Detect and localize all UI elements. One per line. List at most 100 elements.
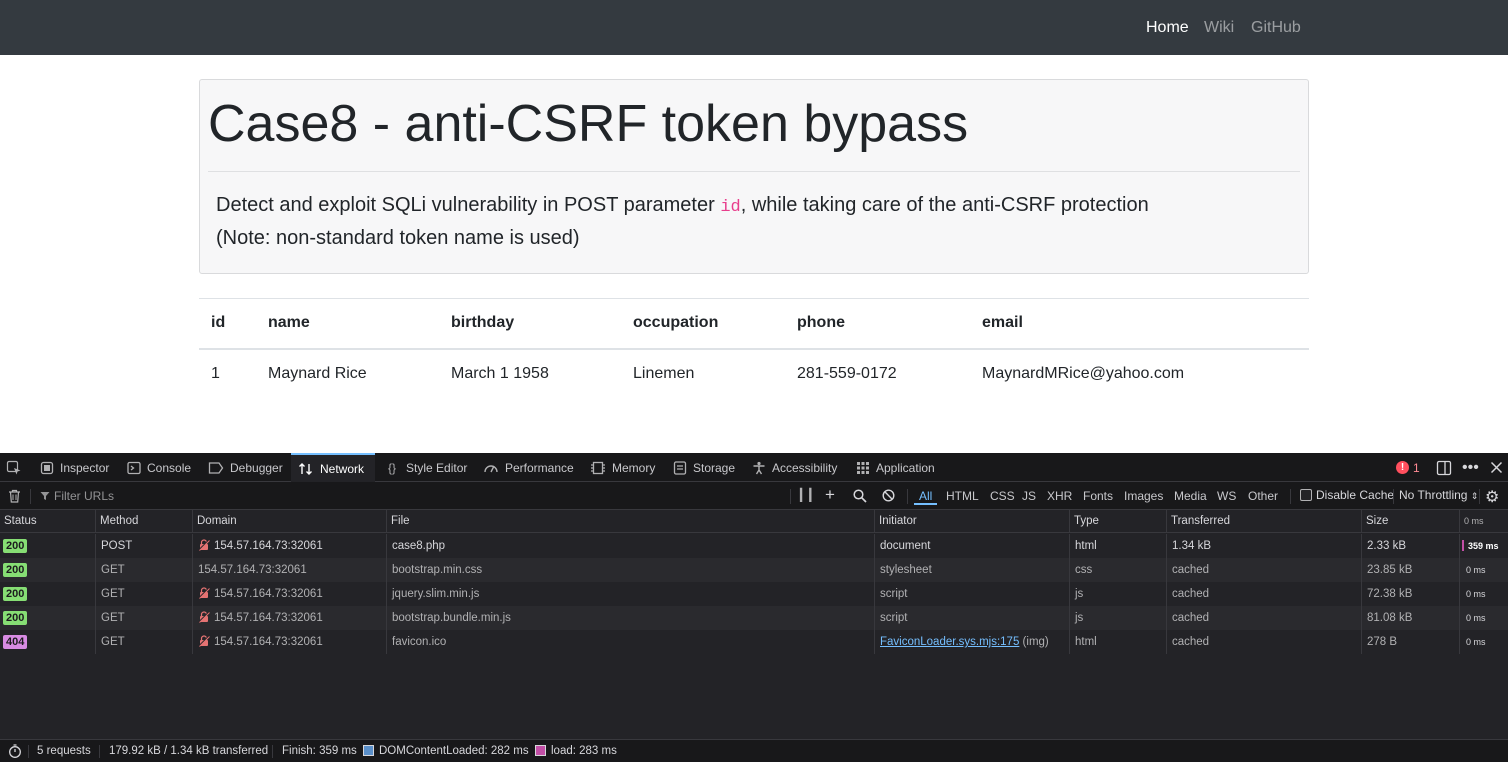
trash-icon: [9, 489, 20, 503]
status-badge: 200: [3, 563, 28, 577]
domain-cell: 154.57.164.73:32061: [193, 558, 387, 582]
request-row[interactable]: 200 GET 154.57.164.73:32061 bootstrap.min.c…: [0, 558, 1508, 582]
col-transferred[interactable]: Transferred: [1167, 510, 1362, 533]
request-row[interactable]: 404 GET 154.57.164.73:32061 favicon.ico Favi…: [0, 630, 1508, 654]
filter-urls-input[interactable]: Filter URLs: [40, 487, 780, 505]
throttling-select[interactable]: No Throttling ⇕: [1399, 488, 1478, 502]
disable-cache-checkbox[interactable]: [1300, 489, 1312, 501]
nav-home-link[interactable]: Home: [1146, 18, 1189, 38]
initiator-cell: script: [875, 582, 1070, 606]
transferred-cell: cached: [1167, 630, 1362, 654]
initiator-cell: script: [875, 606, 1070, 630]
tab-style-editor[interactable]: {} Style Editor: [384, 453, 467, 482]
close-devtools-button[interactable]: [1490, 453, 1503, 482]
filter-images[interactable]: Images: [1124, 487, 1163, 505]
element-picker-button[interactable]: [6, 453, 22, 482]
separator: [907, 489, 908, 504]
filter-js[interactable]: JS: [1022, 487, 1036, 505]
filter-xhr[interactable]: XHR: [1047, 487, 1072, 505]
tab-network[interactable]: Network: [291, 453, 375, 482]
stopwatch-icon: [9, 744, 21, 758]
style-editor-icon: {}: [387, 460, 396, 475]
load-label: load: 283 ms: [551, 745, 617, 757]
waterfall-cell: 0 ms: [1460, 558, 1508, 582]
dcl-label: DOMContentLoaded: 282 ms: [379, 745, 529, 757]
separator: [1479, 489, 1480, 504]
filter-media[interactable]: Media: [1174, 487, 1207, 505]
filter-other[interactable]: Other: [1248, 487, 1278, 505]
filter-icon: [40, 492, 50, 500]
col-email: email: [970, 298, 1309, 350]
col-file[interactable]: File: [387, 510, 875, 533]
filter-ws[interactable]: WS: [1217, 487, 1236, 505]
network-settings-button[interactable]: ⚙: [1485, 487, 1499, 507]
col-type[interactable]: Type: [1070, 510, 1167, 533]
performance-analysis-button[interactable]: [8, 744, 22, 766]
disable-cache-toggle[interactable]: Disable Cache: [1300, 488, 1394, 502]
tab-console[interactable]: Console: [127, 453, 191, 482]
separator: [1393, 489, 1394, 504]
tab-inspector[interactable]: Inspector: [40, 453, 109, 482]
request-row[interactable]: 200 GET 154.57.164.73:32061 jquery.slim.min…: [0, 582, 1508, 606]
nav-github-link[interactable]: GitHub: [1251, 18, 1301, 38]
devtools-panel: Inspector Console Debugger Network {} Sty…: [0, 453, 1508, 762]
domain-cell: 154.57.164.73:32061: [193, 582, 387, 606]
tab-performance-label: Performance: [505, 460, 574, 475]
search-button[interactable]: [853, 489, 867, 506]
col-method[interactable]: Method: [96, 510, 193, 533]
pause-icon: ▎▎: [800, 488, 819, 502]
col-initiator[interactable]: Initiator: [875, 510, 1070, 533]
filter-placeholder: Filter URLs: [54, 489, 115, 503]
tab-storage[interactable]: Storage: [673, 453, 735, 482]
separator: [1290, 489, 1291, 504]
request-row[interactable]: 200 POST 154.57.164.73:32061 case8.php docum…: [0, 534, 1508, 558]
lead-note: (Note: non-standard token name is used): [216, 227, 580, 249]
filter-css[interactable]: CSS: [990, 487, 1015, 505]
tab-application[interactable]: Application: [856, 453, 935, 482]
finish-time: Finish: 359 ms: [282, 745, 357, 757]
tab-debugger[interactable]: Debugger: [208, 453, 283, 482]
close-icon: [1490, 461, 1503, 474]
file-cell: jquery.slim.min.js: [387, 582, 875, 606]
timing-label: 0 ms: [1466, 565, 1486, 575]
page-title: Case8 - anti-CSRF token bypass: [208, 95, 969, 153]
col-domain[interactable]: Domain: [193, 510, 387, 533]
error-icon: !: [1396, 461, 1409, 474]
timing-label: 0 ms: [1466, 613, 1486, 623]
more-options-button[interactable]: •••: [1462, 453, 1479, 482]
filter-html[interactable]: HTML: [946, 487, 979, 505]
col-status[interactable]: Status: [0, 510, 96, 533]
filter-all[interactable]: All: [914, 487, 938, 505]
col-occupation: occupation: [621, 298, 785, 350]
cell-name: Maynard Rice: [268, 364, 367, 382]
tab-memory-label: Memory: [612, 460, 656, 475]
status-badge: 404: [3, 635, 28, 649]
pause-button[interactable]: ▎▎: [800, 488, 818, 502]
request-blocking-button[interactable]: +: [825, 485, 835, 505]
col-size[interactable]: Size: [1362, 510, 1460, 533]
type-cell: html: [1070, 630, 1167, 654]
col-name: name: [256, 298, 439, 350]
tab-performance[interactable]: Performance: [483, 453, 574, 482]
request-row[interactable]: 200 GET 154.57.164.73:32061 bootstrap.bundl…: [0, 606, 1508, 630]
tab-accessibility[interactable]: Accessibility: [752, 453, 837, 482]
type-cell: css: [1070, 558, 1167, 582]
nav-wiki-link[interactable]: Wiki: [1204, 18, 1234, 38]
dock-button[interactable]: [1436, 453, 1452, 482]
type-cell: js: [1070, 582, 1167, 606]
transferred-cell: cached: [1167, 558, 1362, 582]
col-waterfall[interactable]: 0 ms: [1460, 510, 1508, 533]
cell-id: 1: [211, 364, 220, 382]
domain-cell: 154.57.164.73:32061: [193, 630, 387, 654]
dcl-swatch: [363, 745, 374, 756]
waterfall-cell: 0 ms: [1460, 630, 1508, 654]
tab-inspector-label: Inspector: [60, 460, 110, 475]
tab-memory[interactable]: Memory: [590, 453, 655, 482]
initiator-link[interactable]: FaviconLoader.sys.mjs:175: [880, 636, 1019, 648]
error-count-button[interactable]: ! 1: [1396, 453, 1420, 482]
filter-fonts[interactable]: Fonts: [1083, 487, 1113, 505]
network-filter-bar: Filter URLs ▎▎ + All HTML CSS JS XHR Fon…: [0, 482, 1508, 510]
block-button[interactable]: [882, 489, 895, 505]
clear-requests-button[interactable]: [8, 489, 21, 506]
jumbotron: Case8 - anti-CSRF token bypass Detect an…: [199, 79, 1309, 274]
